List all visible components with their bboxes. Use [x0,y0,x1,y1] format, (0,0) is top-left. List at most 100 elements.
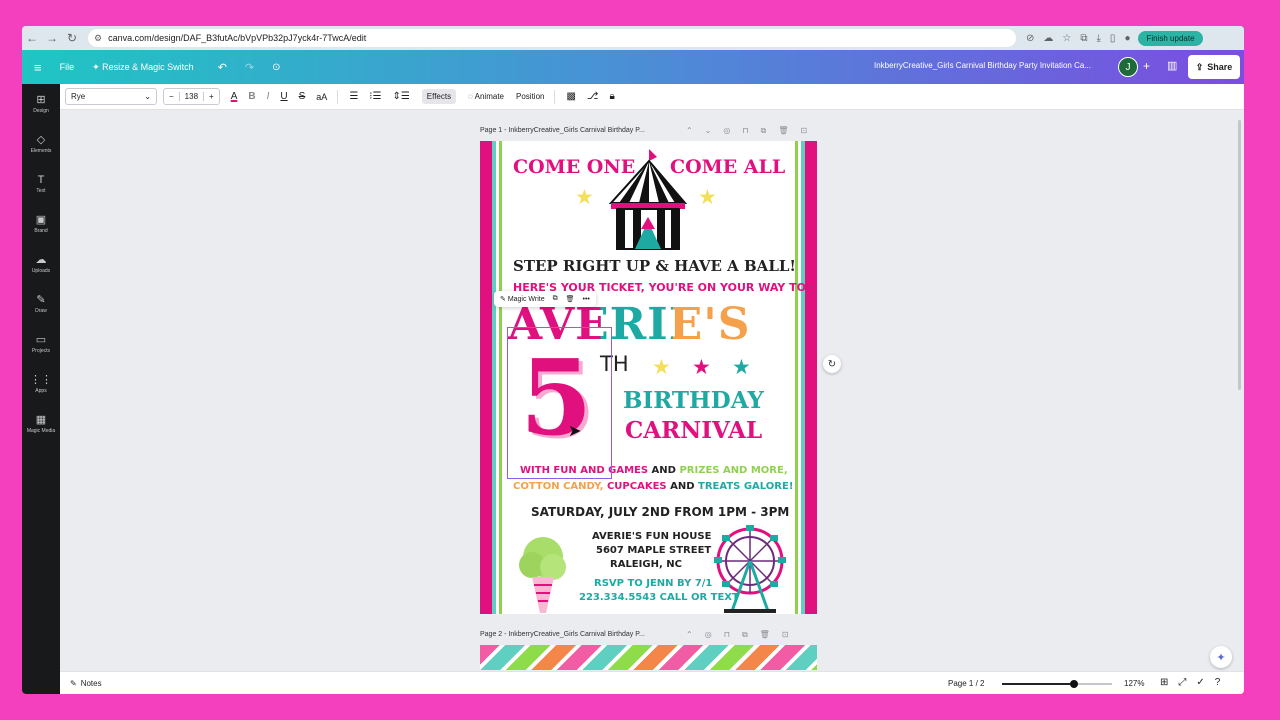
position-button[interactable]: Position [516,92,544,101]
reload-icon[interactable]: ↻ [62,31,82,45]
page-2-title[interactable]: Page 2 - InkberryCreative_Girls Carnival… [480,631,645,638]
effects-button[interactable]: Effects [421,89,457,104]
zoom-value[interactable]: 127% [1124,679,1144,688]
delete-icon[interactable]: 🗑︎ [566,295,575,303]
elements-icon: ◇ [36,134,46,146]
page-indicator[interactable]: Page 1 / 2 [948,679,984,688]
birthday-text[interactable]: BIRTHDAY [623,387,764,414]
delete-icon[interactable]: 🗑︎ [760,630,770,640]
bold-icon[interactable]: B [248,91,255,102]
rail-item-draw[interactable]: ✎ Draw [22,284,60,324]
finish-update-button[interactable]: Finish update [1138,30,1203,46]
lock-icon[interactable]: 🔒︎ [609,91,614,102]
treats-line[interactable]: COTTON CANDY, CUPCAKES AND TREATS GALORE… [513,481,793,492]
file-menu[interactable]: File [60,62,75,72]
rail-item-projects[interactable]: ▭ Projects [22,324,60,364]
rail-item-magic-media[interactable]: ▦ Magic Media [22,404,60,444]
venue-text[interactable]: AVERIE'S FUN HOUSE [592,531,711,542]
share-button[interactable]: ⇪ Share [1188,55,1240,79]
animate-button[interactable]: ◌ Animate [468,92,504,101]
increase-size-button[interactable]: + [204,92,219,101]
align-icon[interactable]: ☰ [349,91,358,102]
chevron-up-icon[interactable]: ⌃ [686,126,693,136]
city-text[interactable]: RALEIGH, NC [610,559,682,570]
magic-assistant-icon[interactable]: ✦ [1210,646,1232,668]
star-icon[interactable]: ☆ [1062,33,1071,44]
step-right-up-text[interactable]: STEP RIGHT UP & HAVE A BALL! [513,257,796,275]
zoom-slider-handle[interactable] [1069,680,1078,688]
fullscreen-icon[interactable]: ⤢ [1178,677,1186,688]
date-text[interactable]: SATURDAY, JULY 2ND FROM 1PM - 3PM [531,505,789,519]
hide-icon[interactable]: ◎ [723,126,730,136]
page-1-title[interactable]: Page 1 - InkberryCreative_Girls Carnival… [480,127,645,134]
text-color-icon[interactable]: A [231,91,238,102]
duplicate-icon[interactable]: ⧉ [553,295,558,303]
decrease-size-button[interactable]: − [164,92,179,101]
add-collaborator-icon[interactable]: + [1143,59,1150,73]
duplicate-icon[interactable]: ⧉ [761,126,767,136]
selection-box[interactable] [507,327,612,479]
rail-item-text[interactable]: T Text [22,164,60,204]
mic-off-icon[interactable]: ⊘ [1026,33,1034,44]
zoom-slider[interactable] [1002,680,1112,688]
paint-format-icon[interactable]: ⎇ [587,91,599,102]
site-settings-icon[interactable]: ⚙ [94,33,102,44]
font-size-value[interactable]: 138 [178,92,205,101]
undo-icon[interactable]: ↶ [218,61,227,74]
italic-icon[interactable]: I [267,91,270,102]
add-page-icon[interactable]: ⊡ [801,126,808,136]
invitation-page[interactable]: COME ONE COME ALL ★ ★ STEP RIGHT UP & HA… [480,141,817,614]
rail-item-design[interactable]: ⊞ Design [22,84,60,124]
profile-icon[interactable]: ● [1124,33,1130,44]
menu-icon[interactable]: ≡ [34,60,42,75]
redo-icon[interactable]: ↷ [245,61,254,74]
forward-icon[interactable]: → [42,31,62,45]
chevron-down-icon[interactable]: ⌄ [705,126,712,136]
sidepanel-icon[interactable]: ▯ [1110,33,1116,44]
transparency-icon[interactable]: ▩ [566,91,575,102]
font-selector[interactable]: Rye ⌄ [65,88,157,105]
delete-icon[interactable]: 🗑︎ [778,126,788,136]
hide-icon[interactable]: ◎ [705,630,712,640]
prizes-text: PRIZES AND MORE, [679,465,788,476]
resize-button[interactable]: ✦ Resize & Magic Switch [92,62,194,73]
notes-button[interactable]: ✎ Notes [70,679,102,688]
back-icon[interactable]: ← [22,31,42,45]
spacing-icon[interactable]: ⇕☰ [392,91,409,102]
strikethrough-icon[interactable]: S [299,91,306,102]
rail-item-elements[interactable]: ◇ Elements [22,124,60,164]
rail-item-apps[interactable]: ⋮⋮ Apps [22,364,60,404]
case-icon[interactable]: aA [316,92,327,102]
avatar[interactable]: J [1118,57,1138,77]
rsvp-text[interactable]: RSVP TO JENN BY 7/1 [594,578,712,589]
insights-icon[interactable]: ▥ [1167,59,1177,72]
duplicate-icon[interactable]: ⧉ [742,630,748,640]
magic-write-button[interactable]: ✎ Magic Write [500,295,545,303]
canvas-scrollbar[interactable] [1238,120,1241,390]
rail-item-uploads[interactable]: ☁ Uploads [22,244,60,284]
font-size-stepper[interactable]: − 138 + [163,88,220,105]
chevron-up-icon[interactable]: ⌃ [686,630,693,640]
lock-icon[interactable]: ⊓ [724,630,730,640]
lock-icon[interactable]: ⊓ [742,126,748,136]
page-2-controls: ⌃ ◎ ⊓ ⧉ 🗑︎ ⊡ [686,630,789,640]
underline-icon[interactable]: U [280,91,287,102]
carnival-text[interactable]: CARNIVAL [625,417,762,444]
download-icon[interactable]: ⤓ [1097,33,1101,44]
page-2-preview[interactable] [480,645,817,670]
add-page-icon[interactable]: ⊡ [782,630,789,640]
cloud-icon[interactable]: ☁ [1043,33,1053,44]
help-icon[interactable]: ? [1215,677,1221,688]
street-text[interactable]: 5607 MAPLE STREET [596,545,711,556]
star-icon: ★ [692,355,711,379]
grid-view-icon[interactable]: ⊞ [1160,677,1168,688]
more-icon[interactable]: ••• [583,296,590,303]
cloud-sync-icon[interactable]: ⊙ [272,62,280,73]
list-icon[interactable]: ⁝☰ [369,91,381,102]
regenerate-icon[interactable]: ↻ [823,355,841,373]
extensions-icon[interactable]: ⧉ [1080,33,1087,44]
address-bar[interactable]: ⚙ canva.com/design/DAF_B3futAc/bVpVPb32p… [88,29,1016,47]
rail-item-brand[interactable]: ▣ Brand [22,204,60,244]
check-icon[interactable]: ✓ [1196,677,1204,688]
document-title[interactable]: InkberryCreative_Girls Carnival Birthday… [874,61,1091,70]
